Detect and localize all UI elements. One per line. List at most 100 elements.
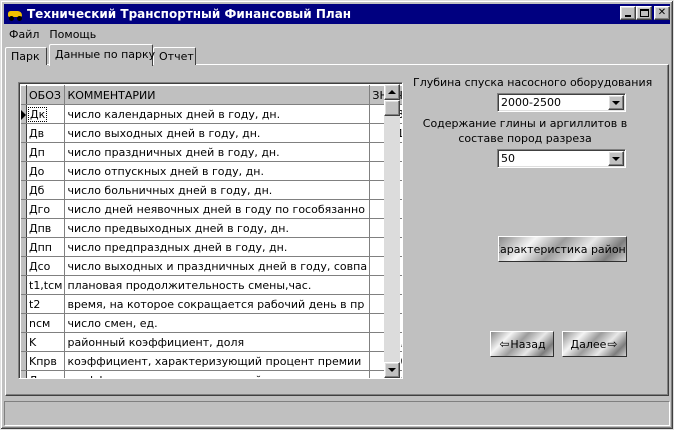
cell-code[interactable]: Дб: [26, 180, 66, 200]
back-button[interactable]: ⇦ Назад: [490, 331, 554, 357]
table-row[interactable]: Дбчисло больничных дней в году, дн.10: [21, 180, 402, 200]
cell-code-text: Дв: [29, 126, 45, 140]
table-row[interactable]: Kрайонный коэффициент, доля1,15: [21, 332, 402, 352]
cell-comment[interactable]: число предпраздных дней в году, дн.: [64, 237, 371, 257]
cell-code-text: K: [29, 335, 37, 349]
clay-label: Содержание глины и аргиллитов в составе …: [422, 117, 628, 145]
cell-comment-text: число отпускных дней в году, дн.: [67, 164, 264, 178]
cell-code[interactable]: Допв: [26, 370, 66, 379]
arrow-up-icon: [388, 90, 396, 94]
next-button-label: Далее: [570, 337, 607, 351]
cell-comment[interactable]: коэффициент, характеризующий процент пре…: [64, 351, 371, 371]
cell-comment-text: коэффициент, характеризующий процент пре…: [67, 354, 362, 368]
table-row[interactable]: Дкчисло календарных дней в году, дн.365: [21, 104, 402, 124]
clay-dropdown-button[interactable]: [608, 151, 624, 166]
table-row[interactable]: Допв коэффициент, характеризующий процент…: [21, 370, 402, 379]
table-row[interactable]: nсмчисло смен, ед.1: [21, 313, 402, 333]
cell-comment[interactable]: время, на которое сокращается рабочий де…: [64, 294, 371, 314]
cell-comment[interactable]: число больничных дней в году, дн.: [64, 180, 371, 200]
tab-park-data[interactable]: Данные по парку: [49, 44, 155, 66]
cell-code-text: Дпв: [29, 221, 52, 235]
table-row[interactable]: Kпрв коэффициент, характеризующий процент…: [21, 351, 402, 371]
menu-file[interactable]: Файл: [4, 28, 44, 41]
column-header-code[interactable]: ОБОЗ: [26, 85, 66, 105]
cell-code[interactable]: Дсо: [26, 256, 66, 276]
next-button[interactable]: Далее ⇨: [562, 331, 627, 357]
car-icon: [7, 6, 23, 22]
cell-code[interactable]: nсм: [26, 313, 66, 333]
tab-park[interactable]: Парк: [5, 47, 47, 65]
cell-code[interactable]: Дпп: [26, 237, 66, 257]
cell-comment[interactable]: число смен, ед.: [64, 313, 371, 333]
cell-comment-text: число выходных дней в году, дн.: [67, 126, 261, 140]
menu-help[interactable]: Помощь: [44, 28, 101, 41]
clay-value: 50: [501, 152, 515, 165]
table-row[interactable]: Дппчисло предпраздных дней в году, дн.7: [21, 237, 402, 257]
close-icon: ✕: [657, 7, 667, 18]
minimize-icon: [625, 15, 631, 17]
cell-comment[interactable]: число праздничных дней в году, дн.: [64, 142, 371, 162]
cell-comment[interactable]: число выходных и праздничных дней в году…: [64, 256, 371, 276]
table-row[interactable]: Двчисло выходных дней в году, дн.104: [21, 123, 402, 143]
cell-code[interactable]: Дго: [26, 199, 66, 219]
maximize-icon: [639, 9, 649, 17]
maximize-button[interactable]: [636, 6, 652, 20]
cell-comment[interactable]: районный коэффициент, доля: [64, 332, 371, 352]
grid-vertical-scrollbar[interactable]: [384, 84, 400, 378]
close-button[interactable]: ✕: [654, 6, 670, 20]
data-grid[interactable]: ОБОЗ КОММЕНТАРИИ ЗНАЧЕН Дк число календар…: [18, 82, 403, 379]
cell-comment-text: число смен, ед.: [67, 316, 158, 330]
cell-comment-text: плановая продолжительность смены,час.: [67, 278, 312, 292]
minimize-button[interactable]: [620, 6, 636, 20]
cell-comment-text: число праздничных дней в году, дн.: [67, 145, 280, 159]
cell-comment[interactable]: плановая продолжительность смены,час.: [64, 275, 371, 295]
cell-code-text: Дсо: [29, 259, 51, 273]
table-row[interactable]: Дпвчисло предвыходных дней в году, дн.52: [21, 218, 402, 238]
cell-comment[interactable]: коэффициент, характеризующий процент доп…: [64, 370, 371, 379]
scroll-thumb[interactable]: [384, 100, 400, 116]
cell-code-text: Допв: [29, 374, 58, 379]
cell-value-text: 0,3: [401, 355, 402, 368]
arrow-down-icon: [388, 368, 396, 372]
title-bar[interactable]: Технический Транспортный Финансовый План…: [4, 4, 670, 24]
region-characteristics-button[interactable]: Характеристика района: [498, 236, 627, 262]
window-title: Технический Транспортный Финансовый План: [27, 7, 352, 21]
cell-comment[interactable]: число отпускных дней в году, дн.: [64, 161, 371, 181]
cell-code[interactable]: K: [26, 332, 66, 352]
scroll-down-button[interactable]: [384, 362, 400, 378]
current-row-arrow-icon: [21, 109, 26, 120]
cell-code[interactable]: До: [26, 161, 66, 181]
cell-code[interactable]: Дк: [26, 104, 66, 124]
cell-code[interactable]: t2: [26, 294, 66, 314]
cell-comment[interactable]: число дней неявочных дней в году по госо…: [64, 199, 371, 219]
table-row[interactable]: Дочисло отпускных дней в году, дн.30: [21, 161, 402, 181]
depth-dropdown-button[interactable]: [608, 95, 624, 110]
cell-comment[interactable]: число календарных дней в году, дн.: [64, 104, 371, 124]
cell-comment[interactable]: число предвыходных дней в году, дн.: [64, 218, 371, 238]
menu-bar: Файл Помощь: [4, 25, 670, 43]
table-row[interactable]: Дго число дней неявочных дней в году по г…: [21, 199, 402, 219]
table-row[interactable]: Дсо число выходных и праздничных дней в г…: [21, 256, 402, 276]
cell-comment-text: коэффициент, характеризующий процент доп…: [67, 374, 367, 379]
table-row[interactable]: t2 время, на которое сокращается рабочий …: [21, 294, 402, 314]
cell-code[interactable]: Дпв: [26, 218, 66, 238]
depth-combobox[interactable]: 2000-2500: [497, 93, 626, 112]
column-header-comment[interactable]: КОММЕНТАРИИ: [64, 85, 371, 105]
tab-report[interactable]: Отчет: [153, 47, 196, 65]
cell-code-text: t2: [29, 297, 41, 311]
chevron-down-icon: [612, 100, 620, 105]
cell-comment[interactable]: число выходных дней в году, дн.: [64, 123, 371, 143]
clay-combobox[interactable]: 50: [497, 149, 626, 168]
arrow-right-icon: ⇨: [607, 337, 618, 351]
cell-code[interactable]: t1,tсм: [26, 275, 66, 295]
cell-comment-text: число предпраздных дней в году, дн.: [67, 240, 288, 254]
cell-code-text: t1,tсм: [29, 278, 63, 292]
cell-code-text: До: [29, 164, 45, 178]
cell-code[interactable]: Дв: [26, 123, 66, 143]
table-row[interactable]: t1,tсм плановая продолжительность смены,ч…: [21, 275, 402, 295]
back-button-label: Назад: [510, 337, 546, 351]
table-row[interactable]: Дпчисло праздничных дней в году, дн.9: [21, 142, 402, 162]
scroll-up-button[interactable]: [384, 84, 400, 100]
cell-code[interactable]: Дп: [26, 142, 66, 162]
cell-code[interactable]: Kпрв: [26, 351, 66, 371]
